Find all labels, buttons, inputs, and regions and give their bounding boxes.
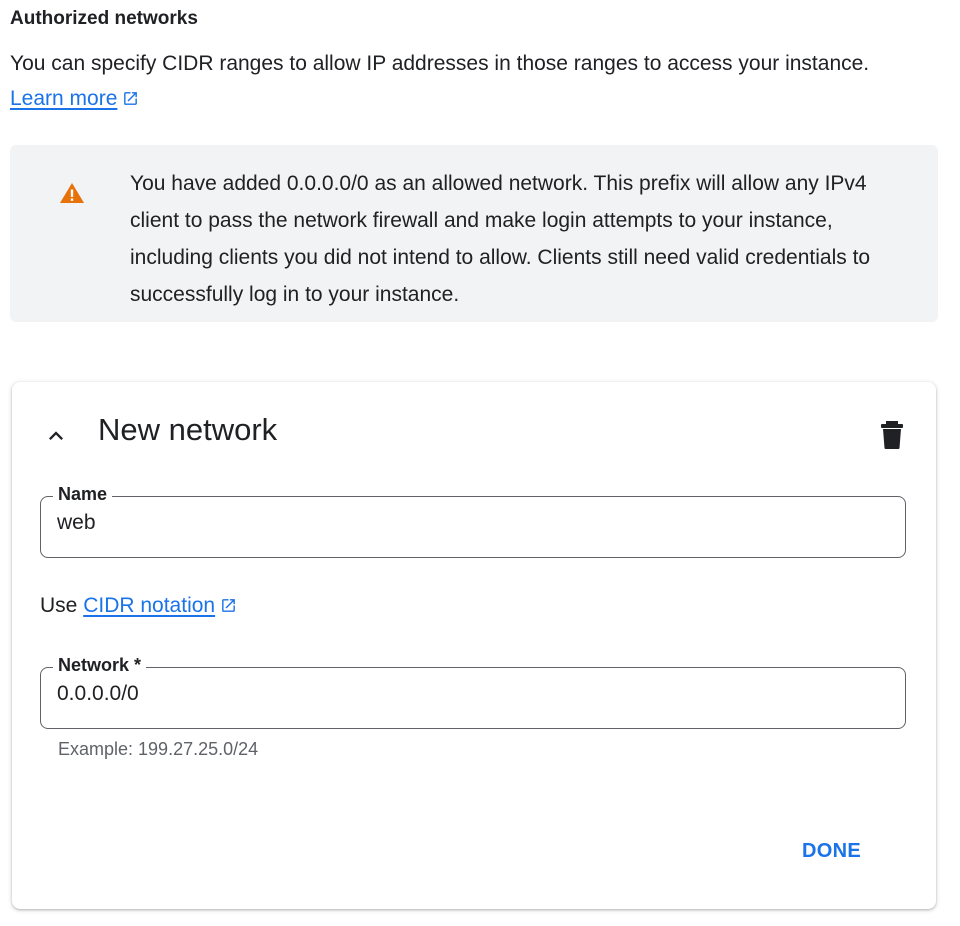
learn-more-link[interactable]: Learn more [10, 87, 117, 110]
section-description: You can specify CIDR ranges to allow IP … [10, 46, 910, 118]
external-link-icon [220, 596, 237, 620]
cidr-notation-link[interactable]: CIDR notation [83, 594, 215, 617]
delete-icon[interactable] [880, 420, 904, 455]
name-field-label: Name [53, 484, 113, 505]
cidr-prefix: Use [40, 594, 78, 617]
warning-triangle-icon [59, 181, 85, 210]
new-network-card: New network Name web Use CIDR notation N… [12, 382, 936, 909]
cidr-help: Use CIDR notation [40, 594, 237, 620]
chevron-up-icon[interactable] [42, 422, 70, 455]
done-button[interactable]: DONE [802, 840, 861, 863]
network-field-label: Network * [53, 655, 147, 676]
card-title: New network [98, 412, 278, 447]
network-field-hint: Example: 199.27.25.0/24 [58, 739, 259, 759]
warning-text: You have added 0.0.0.0/0 as an allowed n… [130, 172, 871, 306]
name-field-value[interactable]: web [57, 511, 96, 535]
name-field[interactable]: Name web [40, 484, 906, 558]
description-text: You can specify CIDR ranges to allow IP … [10, 52, 870, 75]
network-field-value[interactable]: 0.0.0.0/0 [57, 682, 139, 706]
warning-banner: You have added 0.0.0.0/0 as an allowed n… [10, 145, 938, 322]
external-link-icon [122, 83, 139, 118]
section-title: Authorized networks [10, 8, 198, 29]
network-field[interactable]: Network * 0.0.0.0/0 [40, 655, 906, 729]
